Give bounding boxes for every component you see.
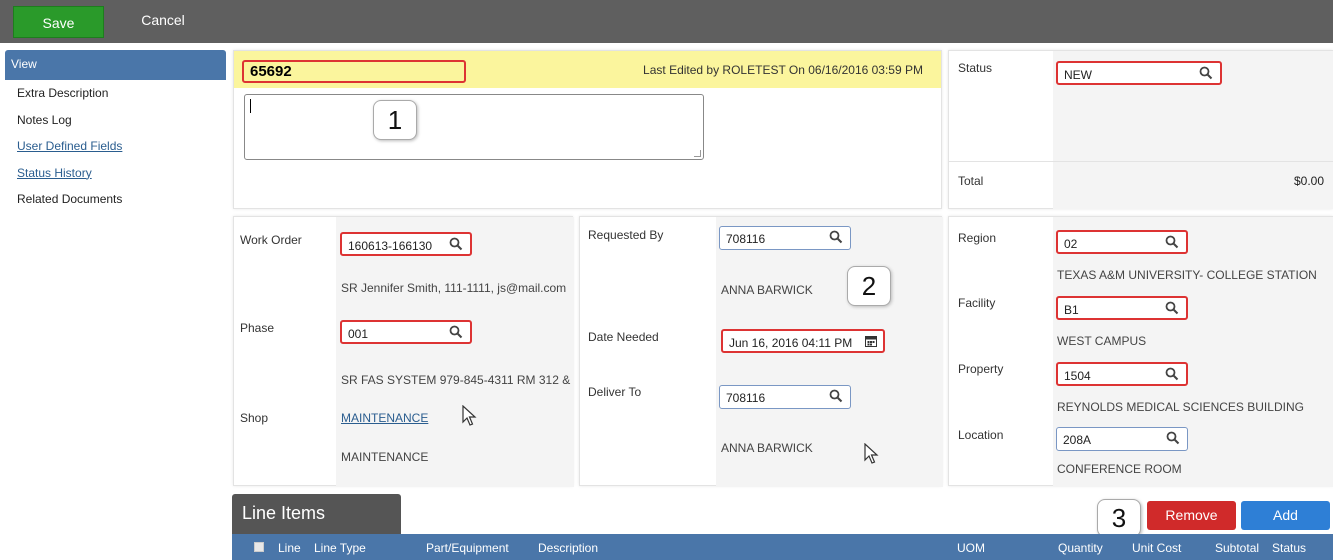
requested-by-name: ANNA BARWICK <box>721 283 813 297</box>
column-unit-cost[interactable]: Unit Cost <box>1132 541 1181 555</box>
callout-2: 2 <box>847 266 891 306</box>
magnifier-icon[interactable] <box>829 230 843 244</box>
work-order-label: Work Order <box>240 233 302 247</box>
facility-label: Facility <box>958 296 996 310</box>
date-needed-value: Jun 16, 2016 04:11 PM <box>729 336 853 350</box>
mouse-pointer-icon <box>462 405 477 426</box>
work-order-field-area <box>336 217 574 487</box>
sidebar-item-extra-description[interactable]: Extra Description <box>5 80 226 107</box>
region-label: Region <box>958 231 997 245</box>
mouse-pointer-icon <box>864 443 879 464</box>
column-description[interactable]: Description <box>538 541 598 555</box>
sidebar: View Extra Description Notes Log User De… <box>5 50 226 213</box>
region-field[interactable]: 02 <box>1056 230 1188 254</box>
work-order-panel: Work Order 160613-166130 SR Jennifer Smi… <box>233 216 574 487</box>
location-label: Location <box>958 428 1004 442</box>
phase-description: SR FAS SYSTEM 979-845-4311 RM 312 & <box>341 373 571 387</box>
work-order-value: 160613-166130 <box>348 239 433 253</box>
total-value: $0.00 <box>1293 174 1324 188</box>
region-description: TEXAS A&M UNIVERSITY- COLLEGE STATION <box>1057 268 1317 282</box>
shop-link[interactable]: MAINTENANCE <box>341 411 428 425</box>
magnifier-icon[interactable] <box>1165 301 1179 315</box>
work-order-field[interactable]: 160613-166130 <box>340 232 472 256</box>
location-value: 208A <box>1063 433 1092 447</box>
facility-description: WEST CAMPUS <box>1057 334 1147 348</box>
top-toolbar: Save Cancel <box>0 0 1333 43</box>
status-value: NEW <box>1064 68 1092 82</box>
callout-1: 1 <box>373 100 417 140</box>
text-caret <box>250 99 251 113</box>
callout-3: 3 <box>1097 499 1141 537</box>
header-panel: 65692 Last Edited by ROLETEST On 06/16/2… <box>233 50 942 209</box>
resize-grip-icon[interactable] <box>694 150 701 157</box>
column-uom[interactable]: UOM <box>957 541 985 555</box>
status-label: Status <box>958 61 993 75</box>
property-field[interactable]: 1504 <box>1056 362 1188 386</box>
phase-label: Phase <box>240 321 275 335</box>
column-part-equipment[interactable]: Part/Equipment <box>426 541 509 555</box>
region-value: 02 <box>1064 237 1078 251</box>
location-field[interactable]: 208A <box>1056 427 1188 451</box>
magnifier-icon[interactable] <box>449 325 463 339</box>
property-value: 1504 <box>1064 369 1091 383</box>
status-panel: Status NEW Total $0.00 <box>948 50 1333 209</box>
total-label: Total <box>958 174 984 188</box>
column-line-type[interactable]: Line Type <box>314 541 366 555</box>
magnifier-icon[interactable] <box>1199 66 1213 80</box>
column-subtotal[interactable]: Subtotal <box>1215 541 1259 555</box>
magnifier-icon[interactable] <box>449 237 463 251</box>
magnifier-icon[interactable] <box>829 389 843 403</box>
location-panel: Region 02 TEXAS A&M UNIVERSITY- COLLEGE … <box>948 216 1333 487</box>
status-field[interactable]: NEW <box>1056 61 1222 85</box>
location-description: CONFERENCE ROOM <box>1057 462 1182 476</box>
facility-value: B1 <box>1064 303 1079 317</box>
magnifier-icon[interactable] <box>1166 431 1180 445</box>
calendar-icon[interactable] <box>865 335 877 347</box>
sidebar-item-user-defined-fields[interactable]: User Defined Fields <box>5 133 226 160</box>
sidebar-item-related-documents[interactable]: Related Documents <box>5 186 226 213</box>
add-button[interactable]: Add <box>1241 501 1330 530</box>
deliver-to-value: 708116 <box>726 391 766 405</box>
column-quantity[interactable]: Quantity <box>1058 541 1103 555</box>
work-order-description: SR Jennifer Smith, 111-1111, js@mail.com <box>341 281 567 295</box>
facility-field[interactable]: B1 <box>1056 296 1188 320</box>
property-label: Property <box>958 362 1004 376</box>
column-line[interactable]: Line <box>278 541 301 555</box>
record-number-field[interactable]: 65692 <box>242 60 466 83</box>
remove-button[interactable]: Remove <box>1147 501 1236 530</box>
cancel-button[interactable]: Cancel <box>118 6 208 38</box>
date-needed-label: Date Needed <box>588 330 659 344</box>
header-bar: 65692 Last Edited by ROLETEST On 06/16/2… <box>234 51 941 88</box>
date-needed-field[interactable]: Jun 16, 2016 04:11 PM <box>721 329 885 353</box>
requested-by-field[interactable]: 708116 <box>719 226 851 250</box>
magnifier-icon[interactable] <box>1165 367 1179 381</box>
column-status[interactable]: Status <box>1272 541 1306 555</box>
requested-by-value: 708116 <box>726 232 766 246</box>
deliver-to-name: ANNA BARWICK <box>721 441 813 455</box>
property-description: REYNOLDS MEDICAL SCIENCES BUILDING <box>1057 400 1304 414</box>
requested-by-label: Requested By <box>588 228 664 242</box>
line-items-tab[interactable]: Line Items <box>232 494 401 534</box>
select-all-checkbox[interactable] <box>254 542 264 552</box>
save-button[interactable]: Save <box>13 6 104 38</box>
total-field-area <box>1053 162 1333 209</box>
description-textarea[interactable] <box>244 94 704 160</box>
phase-field[interactable]: 001 <box>340 320 472 344</box>
deliver-to-field[interactable]: 708116 <box>719 385 851 409</box>
sidebar-item-notes-log[interactable]: Notes Log <box>5 107 226 134</box>
shop-label: Shop <box>240 411 269 425</box>
last-edited-text: Last Edited by ROLETEST On 06/16/2016 03… <box>643 63 923 77</box>
deliver-to-label: Deliver To <box>588 385 642 399</box>
phase-value: 001 <box>348 327 369 341</box>
magnifier-icon[interactable] <box>1165 235 1179 249</box>
line-items-header: Line Line Type Part/Equipment Descriptio… <box>232 534 1333 560</box>
sidebar-item-status-history[interactable]: Status History <box>5 160 226 187</box>
sidebar-item-view[interactable]: View <box>5 50 226 80</box>
request-panel: Requested By 708116 ANNA BARWICK Date Ne… <box>579 216 943 487</box>
shop-description: MAINTENANCE <box>341 450 429 464</box>
